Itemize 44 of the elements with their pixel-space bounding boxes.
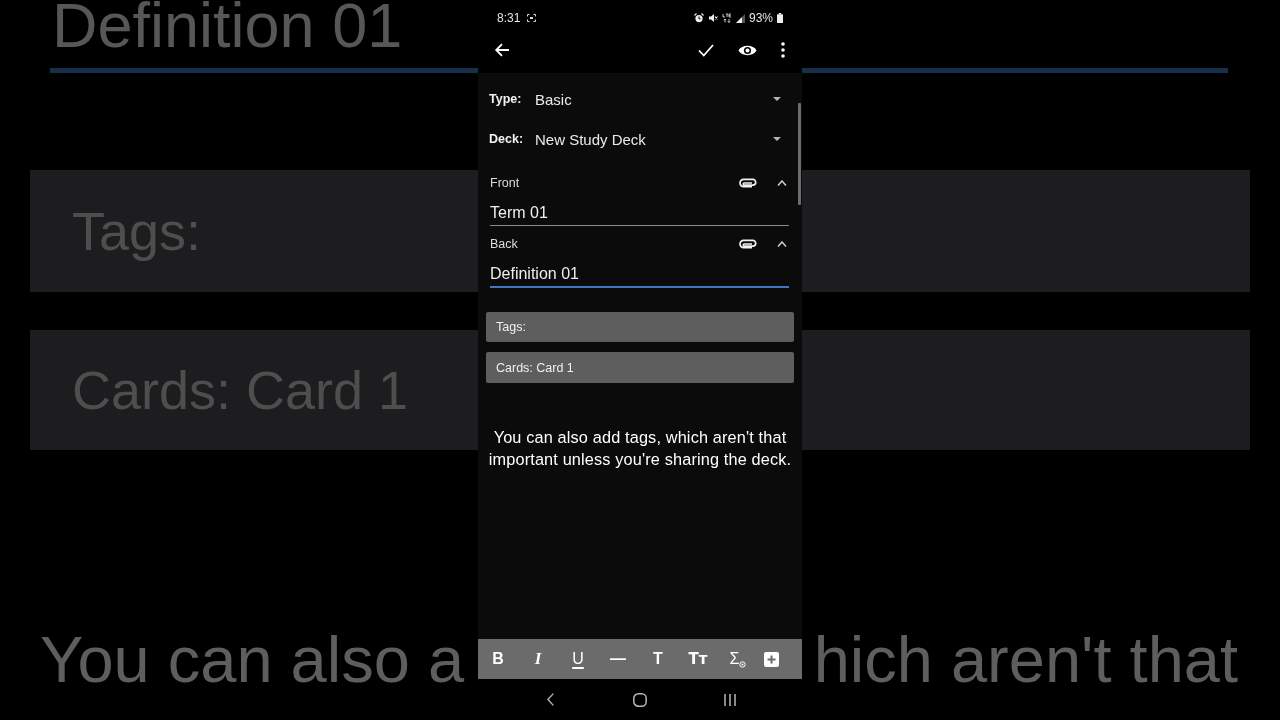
caret-up-icon[interactable] [777, 241, 787, 247]
type-dropdown-value[interactable]: Basic [535, 90, 572, 108]
home-icon[interactable] [633, 692, 647, 707]
text-size-button[interactable]: Tᴛ [688, 650, 708, 668]
paperclip-icon[interactable] [739, 239, 757, 249]
blurred-field-text: Definition 01 [52, 0, 403, 50]
battery-percent: 93% [748, 11, 773, 25]
paperclip-icon[interactable] [739, 178, 757, 188]
status-time: 8:31 [497, 11, 521, 25]
deck-label: Deck: [489, 132, 525, 146]
heading-button[interactable]: T [653, 650, 663, 668]
text-field[interactable]: Definition 01 [490, 265, 789, 288]
circle-badge-icon [739, 661, 747, 668]
blurred-caption-text: hich aren't that [813, 627, 1238, 692]
back-arrow-icon[interactable] [494, 42, 510, 58]
deck-dropdown-value[interactable]: New Study Deck [535, 130, 646, 148]
screenshot-icon [527, 14, 537, 22]
more-options-icon[interactable] [781, 42, 785, 58]
mute-icon [707, 13, 718, 23]
checkmark-icon[interactable] [698, 43, 714, 57]
field-label: Front [490, 176, 521, 190]
blurred-caption-text: You can also a [40, 627, 465, 692]
underline-button[interactable]: U [572, 650, 584, 668]
italic-button[interactable]: I [534, 650, 542, 668]
dropdown-arrow-icon[interactable] [773, 137, 781, 141]
mobile-data-icon [721, 13, 732, 23]
text-field[interactable]: Term 01 [490, 204, 789, 226]
caption-text: You can also add tags, which aren't that important unless you're sharing the deck. [487, 427, 793, 470]
signal-icon [735, 13, 745, 23]
eye-icon[interactable] [738, 43, 757, 57]
alarm-icon [693, 13, 704, 23]
back-chevron-icon[interactable] [546, 693, 554, 706]
horizontal-rule-button[interactable]: — [610, 650, 626, 668]
math-button[interactable]: Σ [729, 650, 747, 668]
type-label: Type: [489, 92, 523, 106]
insert-plus-icon[interactable] [763, 651, 779, 667]
cards-button[interactable]: Cards: Card 1 [486, 352, 794, 383]
bold-button[interactable]: B [492, 650, 504, 668]
caret-up-icon[interactable] [777, 180, 787, 186]
dropdown-arrow-icon[interactable] [773, 97, 781, 101]
battery-icon [777, 13, 783, 23]
tags-button[interactable]: Tags: [486, 312, 794, 342]
field-label: Back [490, 237, 519, 251]
recent-apps-icon[interactable] [724, 693, 736, 706]
